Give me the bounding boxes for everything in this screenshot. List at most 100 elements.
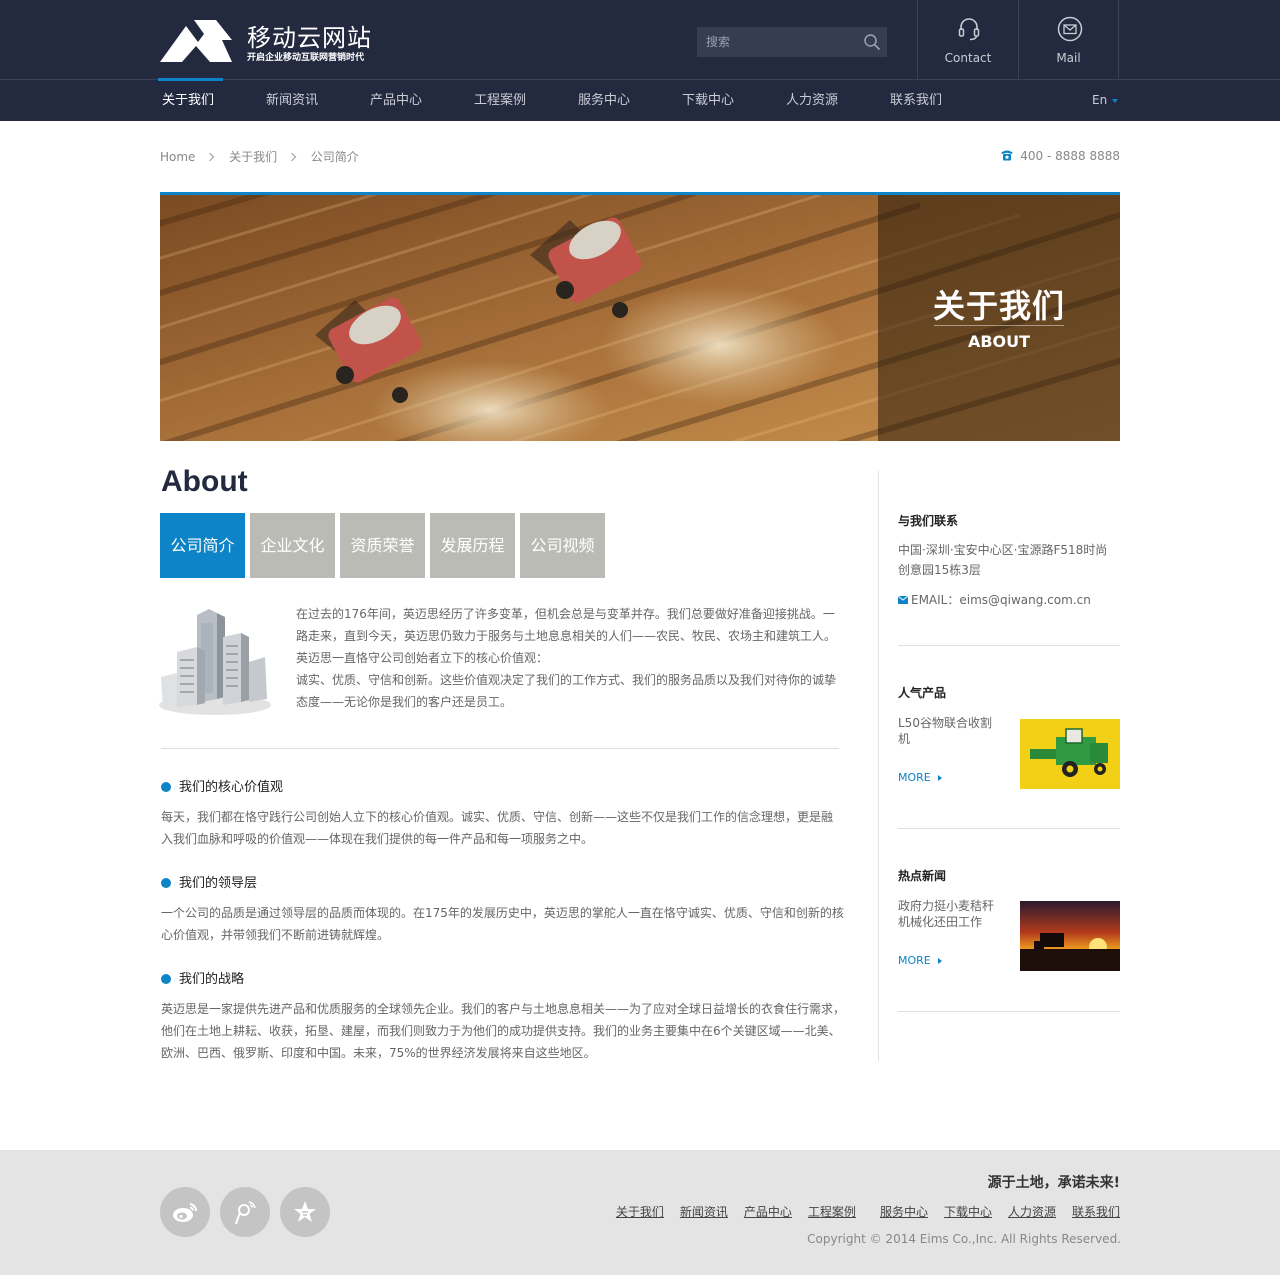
buildings-illustration xyxy=(159,609,271,715)
nav-item-cases[interactable]: 工程案例 xyxy=(474,80,526,121)
sidebar-contact-title: 与我们联系 xyxy=(898,514,959,528)
footer-link-products[interactable]: 产品中心 xyxy=(744,1205,792,1219)
tab-culture[interactable]: 企业文化 xyxy=(250,513,335,578)
page-title: About xyxy=(161,465,248,498)
favorite-star-icon xyxy=(294,1201,316,1222)
breadcrumb-home[interactable]: Home xyxy=(160,150,195,164)
headset-icon xyxy=(958,18,980,41)
footer-link-about[interactable]: 关于我们 xyxy=(616,1205,664,1219)
banner-divider xyxy=(934,325,1064,326)
tencent-weibo-icon xyxy=(235,1201,256,1225)
search-input[interactable] xyxy=(697,27,857,57)
caret-right-icon xyxy=(937,775,942,781)
footer-slogan: 源于土地，承诺未来! xyxy=(987,1175,1120,1191)
intro-line: 诚实、优质、守信和创新。这些价值观决定了我们的工作方式、我们的服务品质以及我们对… xyxy=(296,673,837,687)
chevron-down-icon xyxy=(1112,98,1119,103)
footer-link-download[interactable]: 下载中心 xyxy=(944,1205,992,1219)
weibo-icon xyxy=(173,1203,198,1222)
breadcrumb-about[interactable]: 关于我们 xyxy=(229,148,277,165)
intro-line: 英迈思一直恪守公司创始者立下的核心价值观： xyxy=(296,651,549,665)
section-heading-strategy: 我们的战略 xyxy=(161,968,244,987)
harvester-product-image xyxy=(1020,719,1120,789)
language-label: En xyxy=(1092,93,1108,107)
news-headline[interactable]: 政府力挺小麦秸秆 机械化还田工作 xyxy=(898,898,1018,930)
site-logo[interactable]: 移动云网站 开启企业移动互联网营销时代 xyxy=(160,18,390,64)
weibo-button[interactable] xyxy=(160,1187,210,1237)
bullet-icon xyxy=(161,782,171,792)
nav-item-products[interactable]: 产品中心 xyxy=(370,80,422,121)
footer-link-contact[interactable]: 联系我们 xyxy=(1072,1205,1120,1219)
mail-button[interactable]: Mail xyxy=(1018,0,1119,80)
site-footer: 源于土地，承诺未来! 关于我们 新闻资讯 产品中心 工程案例 服务中心 下载中心 人力资源 联… xyxy=(0,1150,1280,1275)
intro-paragraph: 在过去的176年间，英迈思经历了许多变革，但机会总是与变革并存。我们总要做好准备… xyxy=(296,603,842,713)
mail-label: Mail xyxy=(1056,51,1081,65)
bullet-icon xyxy=(161,974,171,984)
caret-right-icon xyxy=(937,958,942,964)
contact-label: Contact xyxy=(944,51,992,65)
logo-mark xyxy=(160,20,232,62)
main-nav: 关于我们 新闻资讯 产品中心 工程案例 服务中心 下载中心 人力资源 联系我们 xyxy=(0,80,1280,121)
banner-caption: 关于我们 ABOUT xyxy=(878,195,1120,441)
sidebar-email[interactable]: EMAIL：eims@qiwang.com.cn xyxy=(897,590,1120,610)
nav-item-service[interactable]: 服务中心 xyxy=(578,80,630,121)
footer-links: 关于我们 新闻资讯 产品中心 工程案例 服务中心 下载中心 人力资源 联系我们 xyxy=(600,1203,1120,1220)
email-icon xyxy=(897,595,909,604)
breadcrumb: Home 关于我们 公司简介 xyxy=(160,148,359,166)
nav-item-download[interactable]: 下载中心 xyxy=(682,80,734,121)
search-icon[interactable] xyxy=(863,33,881,51)
site-header: 移动云网站 开启企业移动互联网营销时代 Contact Mail 关于我们 新闻… xyxy=(0,0,1280,121)
hotline-number: 400 - 8888 8888 xyxy=(1020,149,1120,163)
page-banner: 关于我们 ABOUT xyxy=(160,192,1120,441)
tab-history[interactable]: 发展历程 xyxy=(430,513,515,578)
breadcrumb-current: 公司简介 xyxy=(310,150,359,164)
sidebar-separator xyxy=(898,828,1120,829)
tab-company-profile[interactable]: 公司简介 xyxy=(160,513,245,578)
section-heading-values: 我们的核心价值观 xyxy=(161,776,283,795)
section-body-strategy: 英迈思是一家提供先进产品和优质服务的全球领先企业。我们的客户与土地息息相关——为… xyxy=(161,1002,846,1060)
news-thumbnail[interactable] xyxy=(1020,901,1120,971)
nav-item-about[interactable]: 关于我们 xyxy=(162,80,214,121)
sidebar-address: 中国·深圳·宝安中心区·宝源路F518时尚 创意园15栋3层 xyxy=(898,543,1108,577)
sidebar-news-title: 热点新闻 xyxy=(898,869,947,883)
nav-item-hr[interactable]: 人力资源 xyxy=(786,80,838,121)
search-box xyxy=(697,27,887,57)
banner-subtitle: ABOUT xyxy=(967,332,1031,351)
product-more-link[interactable]: MORE xyxy=(898,771,942,784)
intro-line: 在过去的176年间，英迈思经历了许多变革，但机会总是与变革并存。我们总要做好准备… xyxy=(296,607,835,621)
footer-link-hr[interactable]: 人力资源 xyxy=(1008,1205,1056,1219)
footer-link-service[interactable]: 服务中心 xyxy=(880,1205,928,1219)
site-subtitle: 开启企业移动互联网营销时代 xyxy=(247,53,365,63)
content-divider xyxy=(161,748,839,749)
section-body-values: 每天，我们都在恪守践行公司创始人立下的核心价值观。诚实、优质、守信、创新——这些… xyxy=(161,810,834,846)
nav-item-contact[interactable]: 联系我们 xyxy=(890,80,942,121)
copyright: Copyright © 2014 Eims Co.,Inc. All Right… xyxy=(807,1232,1121,1246)
nav-item-news[interactable]: 新闻资讯 xyxy=(266,80,318,121)
footer-link-news[interactable]: 新闻资讯 xyxy=(680,1205,728,1219)
sidebar-separator xyxy=(898,1011,1120,1012)
tab-honors[interactable]: 资质荣誉 xyxy=(340,513,425,578)
mail-icon xyxy=(1057,16,1083,42)
section-body-leadership: 一个公司的品质是通过领导层的品质而体现的。在175年的发展历史中，英迈思的掌舵人… xyxy=(161,906,844,942)
product-thumbnail[interactable] xyxy=(1020,719,1120,789)
news-more-link[interactable]: MORE xyxy=(898,954,942,967)
banner-title: 关于我们 xyxy=(932,287,1065,325)
tab-video[interactable]: 公司视频 xyxy=(520,513,605,578)
bullet-icon xyxy=(161,878,171,888)
tencent-weibo-button[interactable] xyxy=(220,1187,270,1237)
chevron-right-icon xyxy=(206,152,215,161)
sunset-field-image xyxy=(1020,901,1120,971)
intro-line: 路走来，直到今天，英迈思仍致力于服务与土地息息相关的人们——农民、牧民、农场主和… xyxy=(296,629,837,643)
language-select[interactable]: En xyxy=(1092,80,1119,121)
hotline: 400 - 8888 8888 xyxy=(1000,149,1120,163)
sidebar-separator xyxy=(898,645,1120,646)
sidebar-products-title: 人气产品 xyxy=(898,686,947,700)
sidebar-divider xyxy=(878,471,879,1061)
favorite-button[interactable] xyxy=(280,1187,330,1237)
product-name[interactable]: L50谷物联合收割 机 xyxy=(898,715,1008,747)
chevron-right-icon xyxy=(287,152,297,161)
intro-line: 态度——无论你是我们的客户还是员工。 xyxy=(296,695,513,709)
section-heading-leadership: 我们的领导层 xyxy=(161,872,257,891)
contact-button[interactable]: Contact xyxy=(917,0,1018,80)
footer-link-cases[interactable]: 工程案例 xyxy=(808,1205,856,1219)
site-title: 移动云网站 xyxy=(247,24,372,52)
